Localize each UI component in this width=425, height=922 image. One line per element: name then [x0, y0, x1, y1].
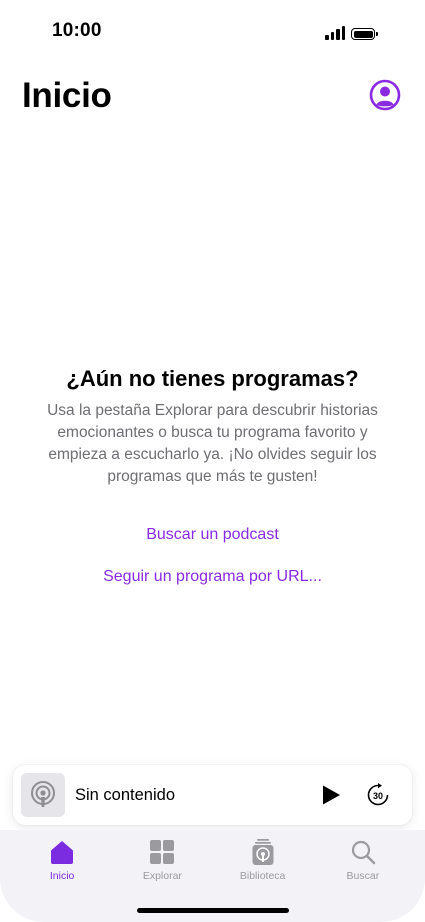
- tab-biblioteca[interactable]: Biblioteca: [218, 838, 308, 882]
- tab-bar: Inicio Explorar Biblioteca Buscar: [0, 830, 425, 922]
- status-time: 10:00: [52, 20, 102, 41]
- tab-inicio[interactable]: Inicio: [17, 838, 107, 882]
- grid-icon: [148, 838, 176, 866]
- screen: 10:00 Inicio ¿Aún no tienes programas? U…: [0, 0, 425, 922]
- house-icon: [48, 838, 76, 866]
- person-circle-icon: [369, 79, 401, 111]
- page-title: Inicio: [22, 76, 112, 115]
- tab-inicio-label: Inicio: [49, 870, 75, 882]
- mini-player[interactable]: Sin contenido 30: [13, 765, 412, 825]
- library-icon: [249, 838, 277, 866]
- search-podcast-link[interactable]: Buscar un podcast: [30, 526, 395, 544]
- tab-explorar-label: Explorar: [142, 870, 182, 882]
- mini-player-artwork: [21, 773, 65, 817]
- empty-state-title: ¿Aún no tienes programas?: [66, 366, 359, 391]
- cellular-signal-icon: [325, 26, 345, 40]
- tab-explorar[interactable]: Explorar: [117, 838, 207, 882]
- podcast-icon: [31, 781, 55, 807]
- skip-interval-label: 30: [373, 791, 383, 801]
- status-bar: 10:00: [0, 0, 425, 60]
- empty-state: ¿Aún no tienes programas? Usa la pestaña…: [30, 366, 395, 585]
- tab-buscar[interactable]: Buscar: [318, 838, 408, 882]
- tab-buscar-label: Buscar: [346, 870, 380, 882]
- follow-by-url-link[interactable]: Seguir un programa por URL...: [30, 568, 395, 586]
- empty-state-description: Usa la pestaña Explorar para descubrir h…: [47, 402, 378, 485]
- home-indicator: [136, 908, 289, 913]
- search-icon: [349, 838, 377, 866]
- skip-forward-30-button[interactable]: 30: [364, 781, 392, 809]
- battery-icon: [351, 28, 378, 40]
- mini-player-title: Sin contenido: [75, 785, 175, 804]
- status-icons: [325, 24, 378, 40]
- tab-biblioteca-label: Biblioteca: [239, 870, 286, 882]
- play-button[interactable]: [316, 780, 346, 810]
- play-icon: [323, 785, 340, 805]
- account-button[interactable]: [369, 79, 401, 111]
- skip-forward-30-icon: 30: [367, 783, 389, 806]
